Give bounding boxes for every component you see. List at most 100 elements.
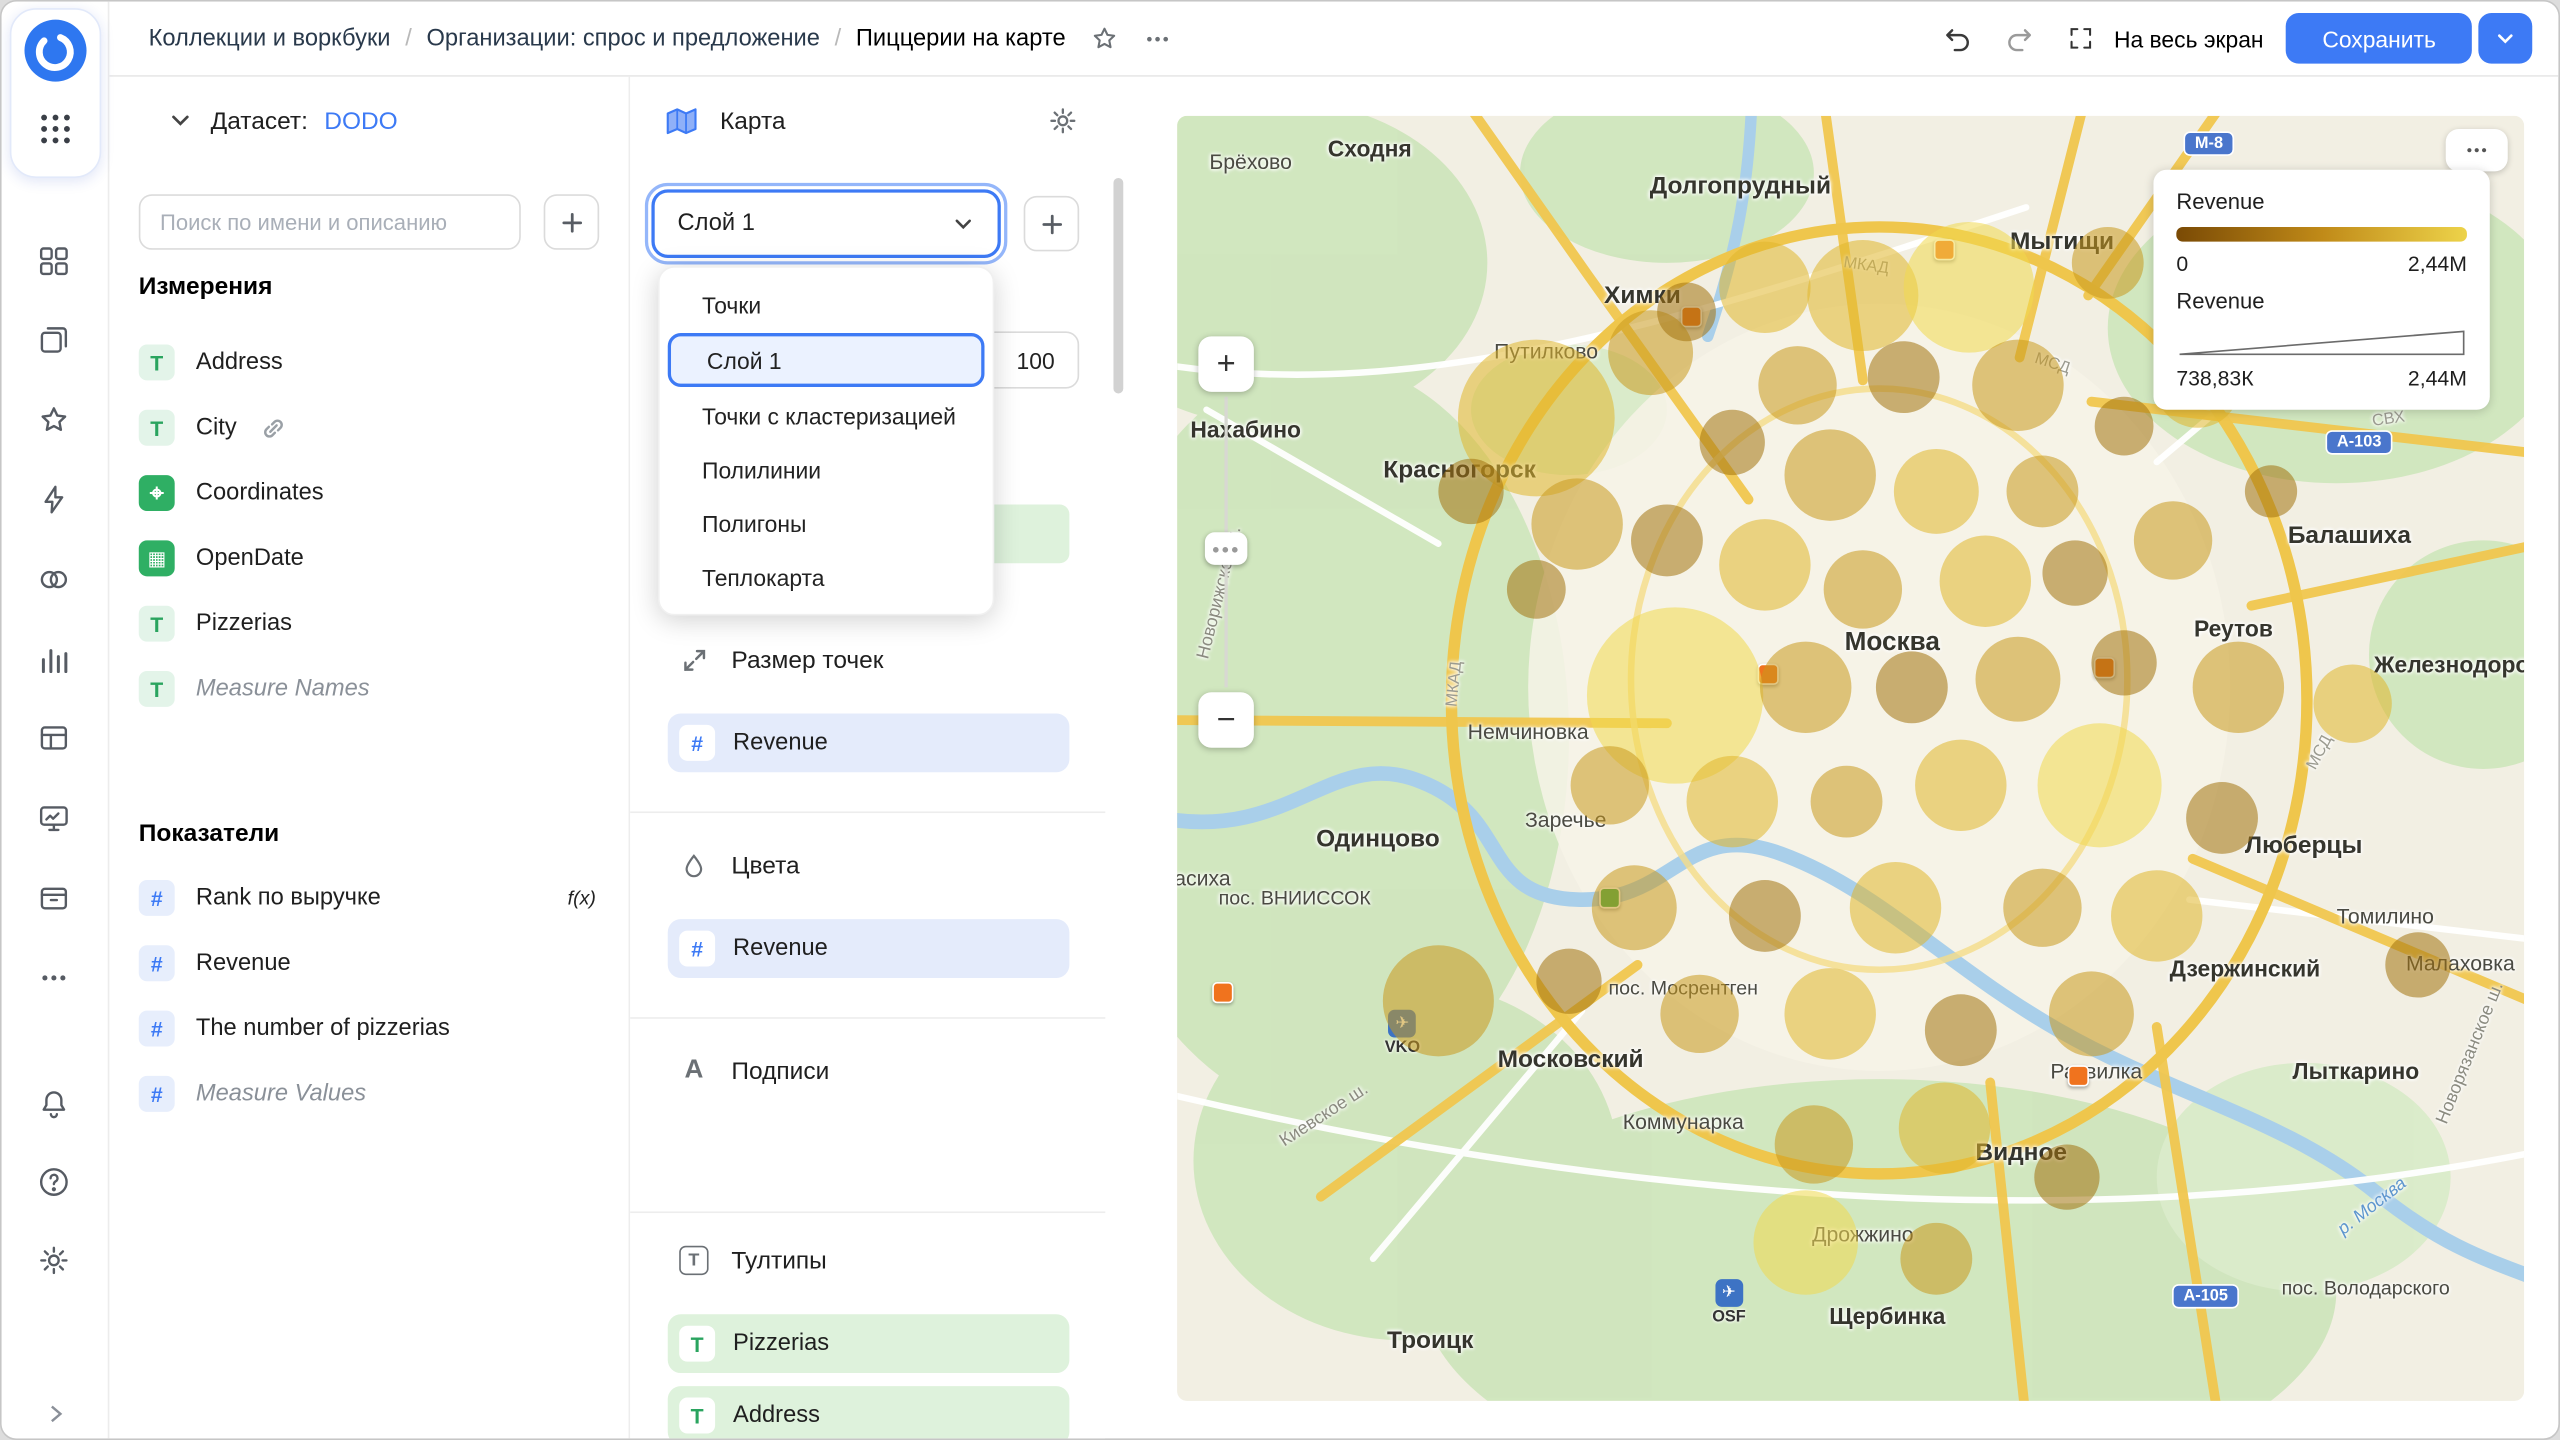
revenue-bubble[interactable]: [2186, 782, 2258, 854]
revenue-bubble[interactable]: [1753, 1190, 1858, 1295]
all-services-grid-icon[interactable]: [36, 109, 75, 148]
revenue-bubble[interactable]: [2071, 226, 2144, 299]
revenue-bubble[interactable]: [1570, 746, 1649, 825]
more-actions-icon[interactable]: [1137, 19, 1176, 58]
measure-field-row-revenue[interactable]: Revenue: [109, 931, 628, 996]
revenue-bubble[interactable]: [1631, 504, 1703, 577]
workbooks-icon[interactable]: [36, 322, 75, 361]
revenue-bubble[interactable]: [2094, 396, 2154, 456]
revenue-bubble[interactable]: [2192, 641, 2285, 734]
more-icon[interactable]: [36, 960, 75, 999]
menu-item-points[interactable]: Точки: [660, 278, 993, 332]
revenue-bubble[interactable]: [1903, 222, 2035, 353]
dimension-field-row-address[interactable]: Address: [109, 330, 628, 395]
dimension-field-row-coordinates[interactable]: Coordinates: [109, 460, 628, 525]
connections-icon[interactable]: [36, 562, 75, 601]
revenue-bubble[interactable]: [1438, 458, 1504, 525]
charts-icon[interactable]: [36, 642, 75, 681]
notifications-icon[interactable]: [36, 1086, 75, 1125]
breadcrumb-collections[interactable]: Коллекции и воркбуки: [149, 25, 391, 51]
add-layer-button[interactable]: [1023, 195, 1080, 252]
dimension-field-row-measure-names[interactable]: Measure Names: [109, 656, 628, 721]
revenue-bubble[interactable]: [1719, 519, 1811, 611]
undo-icon[interactable]: [1938, 19, 1977, 58]
dimension-field-row-pizzerias[interactable]: Pizzerias: [109, 591, 628, 656]
revenue-bubble[interactable]: [1660, 974, 1739, 1054]
menu-item-polylines[interactable]: Полилинии: [660, 442, 993, 496]
revenue-bubble[interactable]: [2003, 868, 2082, 947]
revenue-bubble[interactable]: [1531, 478, 1623, 570]
dataset-header[interactable]: Датасет: DODO: [109, 77, 628, 165]
revenue-bubble[interactable]: [2034, 1144, 2100, 1210]
revenue-bubble[interactable]: [1759, 641, 1852, 734]
revenue-bubble[interactable]: [1382, 945, 1494, 1057]
revenue-bubble[interactable]: [2313, 664, 2392, 743]
favorites-icon[interactable]: [36, 402, 75, 441]
revenue-bubble[interactable]: [1657, 282, 1716, 342]
map-more-menu-button[interactable]: [2445, 128, 2508, 172]
help-icon[interactable]: [36, 1164, 75, 1203]
dimension-field-row-opendate[interactable]: OpenDate: [109, 526, 628, 591]
revenue-bubble[interactable]: [2091, 630, 2157, 696]
measure-field-row-rank-по-выручке[interactable]: Rank по выручке f(x): [109, 865, 628, 930]
revenue-bubble[interactable]: [2006, 455, 2079, 528]
revenue-bubble[interactable]: [1699, 409, 1765, 476]
revenue-bubble[interactable]: [1875, 651, 1948, 724]
menu-item-layer-1-selected[interactable]: Слой 1: [667, 333, 985, 387]
revenue-bubble[interactable]: [1867, 341, 1940, 414]
map-canvas[interactable]: БрёховоСходняДолгопрудныйМытищиХимкиПути…: [1177, 115, 2525, 1401]
zoom-out-button[interactable]: −: [1198, 692, 1254, 748]
monitoring-icon[interactable]: [36, 800, 75, 839]
menu-item-heatmap[interactable]: Теплокарта: [660, 550, 993, 604]
revenue-bubble[interactable]: [1975, 636, 2061, 722]
color-field-chip[interactable]: Revenue: [667, 919, 1070, 978]
favorite-star-icon[interactable]: [1085, 19, 1124, 58]
zoom-in-button[interactable]: +: [1198, 336, 1254, 392]
revenue-bubble[interactable]: [1893, 448, 1979, 534]
revenue-bubble[interactable]: [1784, 429, 1876, 521]
expand-rail-icon[interactable]: [41, 1399, 70, 1428]
datalens-logo-icon[interactable]: [23, 18, 88, 83]
revenue-bubble[interactable]: [1506, 559, 1566, 619]
breadcrumb-workbook[interactable]: Организации: спрос и предложение: [427, 25, 820, 51]
save-dropdown-button[interactable]: [2478, 13, 2533, 64]
dataset-name-link[interactable]: DODO: [324, 107, 397, 135]
measure-field-row-the-number-of-pizzerias[interactable]: The number of pizzerias: [109, 996, 628, 1061]
redo-icon[interactable]: [2000, 19, 2039, 58]
storage-icon[interactable]: [36, 878, 75, 917]
revenue-bubble[interactable]: [1810, 765, 1883, 838]
field-search-input[interactable]: [138, 194, 521, 250]
revenue-bubble[interactable]: [1823, 550, 1903, 629]
menu-item-clustered-points[interactable]: Точки с кластеризацией: [660, 389, 993, 443]
config-panel-scrollbar[interactable]: [1113, 177, 1124, 394]
size-field-chip[interactable]: Revenue: [667, 713, 1070, 773]
settings-icon[interactable]: [36, 1242, 75, 1281]
revenue-bubble[interactable]: [2133, 501, 2213, 580]
revenue-bubble[interactable]: [1915, 739, 2007, 832]
revenue-bubble[interactable]: [1898, 1082, 1991, 1174]
revenue-bubble[interactable]: [1774, 1105, 1854, 1184]
tooltip-field-chip[interactable]: Pizzerias: [667, 1314, 1070, 1374]
revenue-bubble[interactable]: [1719, 241, 1811, 334]
revenue-bubble[interactable]: [2111, 870, 2203, 962]
layer-select[interactable]: Слой 1: [644, 182, 1008, 265]
add-field-button[interactable]: [543, 194, 600, 250]
revenue-bubble[interactable]: [1728, 879, 1801, 952]
revenue-bubble[interactable]: [1758, 346, 1837, 425]
menu-item-polygons[interactable]: Полигоны: [660, 496, 993, 550]
measure-field-row-measure-values[interactable]: Measure Values: [109, 1061, 628, 1126]
revenue-bubble[interactable]: [2244, 465, 2298, 518]
revenue-bubble[interactable]: [1686, 755, 1778, 848]
revenue-bubble[interactable]: [1784, 968, 1876, 1060]
revenue-bubble[interactable]: [2042, 540, 2108, 606]
revenue-bubble[interactable]: [1591, 865, 1677, 951]
revenue-bubble[interactable]: [1849, 862, 1942, 954]
zoom-slider-handle[interactable]: ●●●: [1204, 532, 1248, 565]
dimension-field-row-city[interactable]: City: [109, 395, 628, 460]
tooltip-field-chip[interactable]: Address: [667, 1386, 1070, 1439]
revenue-bubble[interactable]: [1972, 339, 2064, 432]
quick-actions-icon[interactable]: [36, 482, 75, 521]
revenue-bubble[interactable]: [1807, 239, 1919, 352]
revenue-bubble[interactable]: [2037, 723, 2162, 848]
save-button[interactable]: Сохранить: [2286, 13, 2472, 64]
